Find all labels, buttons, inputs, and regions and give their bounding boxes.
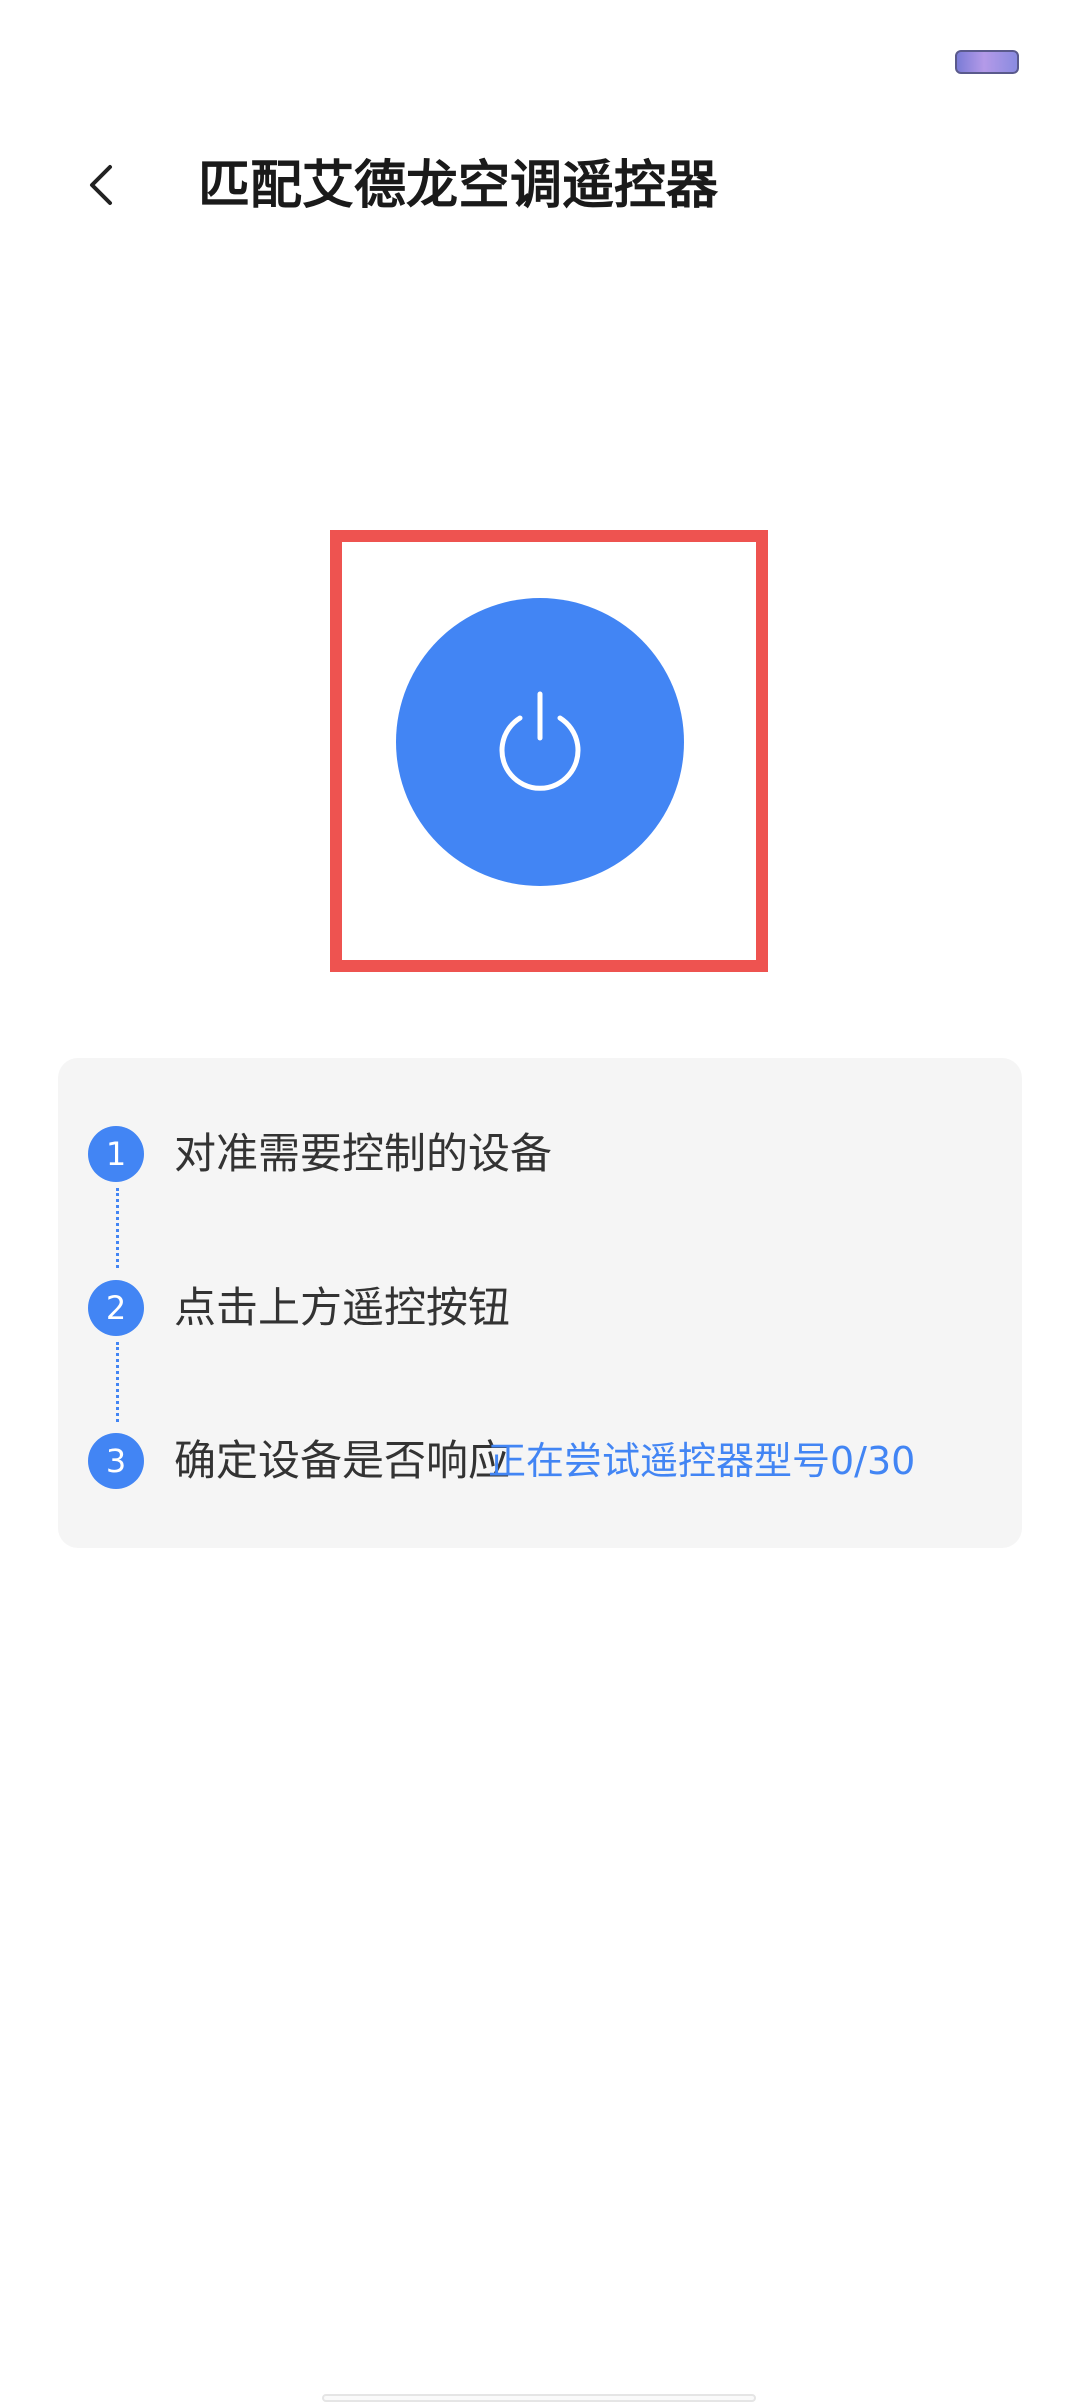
step-number-1: 1 [88, 1126, 144, 1182]
step-number-3: 3 [88, 1433, 144, 1489]
step-connector-2 [116, 1342, 119, 1422]
home-indicator[interactable] [322, 2394, 756, 2402]
step-connector-1 [116, 1188, 119, 1268]
chevron-left-icon [90, 165, 112, 205]
power-icon [499, 691, 581, 791]
step-text-1: 对准需要控制的设备 [174, 1129, 553, 1178]
back-button[interactable] [64, 140, 136, 230]
page-title: 匹配艾德龙空调遥控器 [198, 156, 719, 216]
power-button[interactable] [396, 598, 684, 886]
step-text-3: 确定设备是否响应 [174, 1436, 511, 1485]
step-number-2: 2 [88, 1280, 144, 1336]
battery-icon [955, 50, 1019, 74]
progress-text: 正在尝试遥控器型号0/30 [488, 1439, 916, 1483]
step-text-2: 点击上方遥控按钮 [174, 1283, 511, 1332]
header: 匹配艾德龙空调遥控器 [0, 140, 1080, 230]
